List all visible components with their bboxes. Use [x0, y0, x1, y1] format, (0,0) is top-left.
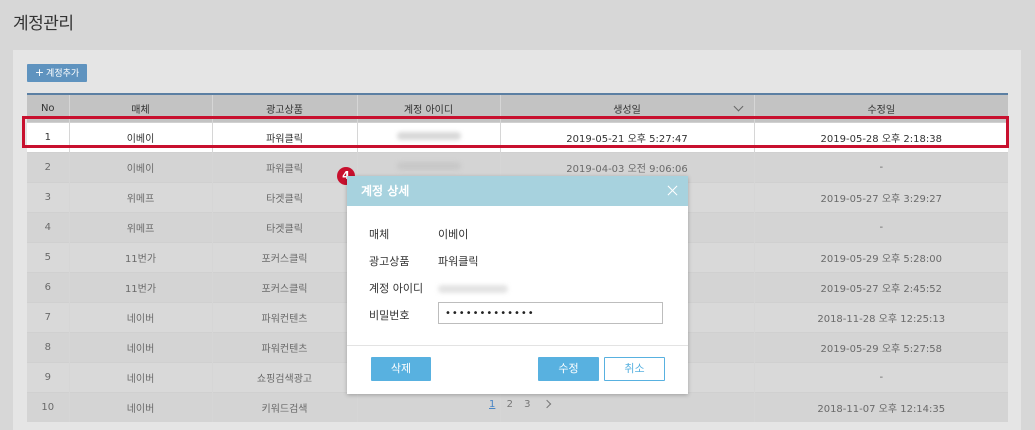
cell-modified: 2019-05-27 오후 3:29:27 — [753, 182, 1008, 213]
cell-modified: 2019-05-29 오후 5:27:58 — [753, 332, 1008, 363]
cell-media: 위메프 — [68, 182, 212, 213]
cell-no: 2 — [27, 152, 69, 183]
cell-media: 11번가 — [68, 242, 212, 273]
cell-no: 6 — [27, 272, 69, 303]
cell-modified: 2019-05-28 오후 2:18:38 — [753, 122, 1008, 153]
cell-modified: - — [753, 152, 1008, 183]
cell-no: 5 — [27, 242, 69, 273]
cell-no: 1 — [27, 122, 69, 153]
cell-modified: - — [753, 212, 1008, 243]
cell-product: 파워클릭 — [211, 122, 357, 153]
cell-media: 이베이 — [68, 122, 212, 153]
column-header-product[interactable]: 광고상품 — [211, 93, 357, 123]
cell-product: 파워컨텐츠 — [211, 332, 357, 363]
close-icon[interactable] — [666, 184, 679, 197]
cell-product: 쇼핑검색광고 — [211, 362, 357, 393]
cell-media: 네이버 — [68, 392, 212, 422]
cell-media: 네이버 — [68, 362, 212, 393]
cell-created: 2019-05-21 오후 5:27:47 — [499, 122, 754, 153]
cell-no: 9 — [27, 362, 69, 393]
table-row[interactable]: 1 이베이 파워클릭 2019-05-21 오후 5:27:47 2019-05-28 … — [27, 122, 1008, 153]
page-title: 계정관리 — [13, 14, 74, 34]
cell-product: 타겟클릭 — [211, 182, 357, 213]
column-header-account-id[interactable]: 계정 아이디 — [356, 93, 500, 123]
column-header-media[interactable]: 매체 — [68, 93, 212, 123]
page-link-1[interactable]: 1 — [489, 399, 495, 410]
page-link-3[interactable]: 3 — [524, 399, 530, 410]
account-id-value-redacted — [438, 283, 508, 296]
account-id-label: 계정 아이디 — [369, 282, 424, 295]
password-label: 비밀번호 — [369, 309, 410, 322]
cell-product: 키워드검색 — [211, 392, 357, 422]
cell-no: 7 — [27, 302, 69, 333]
modal-header: 계정 상세 — [347, 176, 688, 206]
pagination: 1 2 3 — [489, 399, 558, 410]
chevron-down-icon[interactable] — [733, 101, 743, 112]
password-field[interactable] — [438, 302, 663, 324]
media-label: 매체 — [369, 228, 390, 241]
cell-modified: 2018-11-07 오후 12:14:35 — [753, 392, 1008, 422]
cell-product: 타겟클릭 — [211, 212, 357, 243]
product-value: 파워클릭 — [438, 255, 479, 268]
column-header-created-label: 생성일 — [613, 105, 641, 116]
cell-modified: 2019-05-29 오후 5:28:00 — [753, 242, 1008, 273]
cell-account-id — [356, 392, 500, 422]
cell-media: 11번가 — [68, 272, 212, 303]
column-header-modified[interactable]: 수정일 — [753, 93, 1008, 123]
modal-divider — [347, 345, 688, 346]
cell-modified: - — [753, 362, 1008, 393]
cell-modified: 2019-05-27 오후 2:45:52 — [753, 272, 1008, 303]
cell-no: 3 — [27, 182, 69, 213]
redacted-account-id — [396, 132, 461, 140]
page-link-2[interactable]: 2 — [507, 399, 513, 410]
cell-media: 이베이 — [68, 152, 212, 183]
plus-icon: + — [34, 66, 45, 79]
cell-account-id — [356, 122, 500, 153]
media-value: 이베이 — [438, 228, 469, 241]
table-header-row: No 매체 광고상품 계정 아이디 생성일 수정일 — [27, 93, 1008, 123]
cell-no: 4 — [27, 212, 69, 243]
cell-media: 네이버 — [68, 332, 212, 363]
column-header-no[interactable]: No — [27, 93, 69, 123]
cell-no: 10 — [27, 392, 69, 422]
add-account-label: 계정추가 — [46, 69, 80, 79]
redacted-account-id — [396, 162, 461, 170]
add-account-button[interactable]: + 계정추가 — [27, 64, 87, 82]
edit-button[interactable]: 수정 — [538, 357, 599, 381]
cell-product: 파워클릭 — [211, 152, 357, 183]
cell-media: 위메프 — [68, 212, 212, 243]
cell-media: 네이버 — [68, 302, 212, 333]
cell-product: 파워컨텐츠 — [211, 302, 357, 333]
cell-no: 8 — [27, 332, 69, 363]
cell-product: 포커스클릭 — [211, 272, 357, 303]
column-header-created[interactable]: 생성일 — [499, 93, 754, 123]
cell-modified: 2018-11-28 오후 12:25:13 — [753, 302, 1008, 333]
cell-product: 포커스클릭 — [211, 242, 357, 273]
modal-title: 계정 상세 — [361, 184, 410, 198]
product-label: 광고상품 — [369, 255, 410, 268]
account-detail-modal: 계정 상세 매체 이베이 광고상품 파워클릭 계정 아이디 비밀번호 삭제 수정… — [347, 176, 688, 394]
delete-button[interactable]: 삭제 — [371, 357, 431, 381]
cancel-button[interactable]: 취소 — [604, 357, 665, 381]
chevron-right-icon[interactable] — [542, 399, 551, 409]
